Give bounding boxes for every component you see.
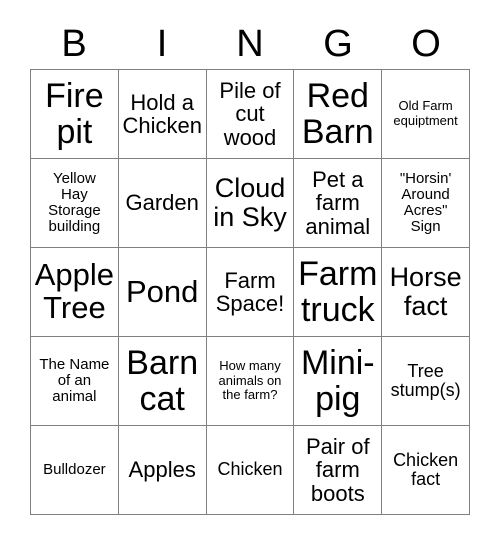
bingo-cell-i1[interactable]: Hold a Chicken [118, 70, 207, 159]
bingo-cell-label: Tree stump(s) [390, 360, 461, 400]
bingo-cell-n2[interactable]: Cloud in Sky [206, 159, 295, 248]
bingo-cell-label: How many animals on the farm? [218, 358, 282, 403]
bingo-row: Fire pit Hold a Chicken Pile of cut wood… [31, 70, 470, 159]
bingo-cell-label: The Name of an animal [39, 356, 110, 405]
bingo-cell-g1[interactable]: Red Barn [294, 70, 383, 159]
bingo-cell-g3[interactable]: Farm truck [294, 248, 383, 337]
bingo-cell-b5[interactable]: Bulldozer [31, 426, 119, 515]
bingo-header-letter-i: I [156, 22, 168, 65]
bingo-cell-label: Old Farm equiptment [393, 98, 458, 128]
bingo-row: Apple Tree Pond Farm Space! Farm truck H… [31, 248, 470, 337]
bingo-cell-label: Bulldozer [43, 461, 106, 479]
bingo-cell-label: Apple Tree [34, 257, 115, 325]
bingo-cell-n4[interactable]: How many animals on the farm? [206, 337, 295, 426]
bingo-cell-label: Fire pit [45, 76, 104, 151]
bingo-cell-o1[interactable]: Old Farm equiptment [382, 70, 470, 159]
bingo-cell-free-space[interactable]: Farm Space! [206, 248, 295, 337]
bingo-cell-i4[interactable]: Barn cat [118, 337, 207, 426]
bingo-header-letter-o: O [411, 22, 441, 65]
bingo-row: The Name of an animal Barn cat How many … [31, 337, 470, 426]
bingo-cell-label: Pond [125, 273, 199, 309]
bingo-cell-label: Pet a farm animal [305, 167, 371, 239]
bingo-cell-i5[interactable]: Apples [118, 426, 207, 515]
bingo-cell-label: Yellow Hay Storage building [48, 170, 101, 235]
bingo-cell-g2[interactable]: Pet a farm animal [294, 159, 383, 248]
bingo-cell-label: Pair of farm boots [305, 434, 370, 506]
bingo-cell-o4[interactable]: Tree stump(s) [382, 337, 470, 426]
bingo-cell-label: Farm Space! [215, 267, 285, 316]
bingo-header: B I N G O [30, 18, 470, 69]
bingo-card: B I N G O Fire pit Hold a Chicken Pile o… [30, 18, 470, 515]
bingo-cell-label: Apples [128, 457, 196, 483]
bingo-cell-b1[interactable]: Fire pit [31, 70, 119, 159]
bingo-cell-g5[interactable]: Pair of farm boots [294, 426, 383, 515]
bingo-cell-b4[interactable]: The Name of an animal [31, 337, 119, 426]
bingo-cell-label: Barn cat [126, 343, 199, 418]
bingo-cell-g4[interactable]: Mini- pig [294, 337, 383, 426]
bingo-header-letter-b: B [61, 22, 87, 65]
bingo-cell-n5[interactable]: Chicken [206, 426, 295, 515]
bingo-cell-o3[interactable]: Horse fact [382, 248, 470, 337]
bingo-cell-label: Chicken fact [393, 449, 459, 489]
bingo-cell-i3[interactable]: Pond [118, 248, 207, 337]
bingo-cell-label: "Horsin' Around Acres" Sign [399, 170, 452, 235]
bingo-cell-label: Mini- pig [300, 343, 375, 418]
bingo-cell-label: Garden [125, 190, 199, 216]
bingo-cell-o2[interactable]: "Horsin' Around Acres" Sign [382, 159, 470, 248]
bingo-cell-i2[interactable]: Garden [118, 159, 207, 248]
bingo-cell-label: Pile of cut wood [219, 78, 281, 150]
bingo-header-letter-n: N [236, 22, 264, 65]
bingo-cell-label: Cloud in Sky [213, 173, 287, 232]
bingo-row: Yellow Hay Storage building Garden Cloud… [31, 159, 470, 248]
bingo-cell-label: Farm truck [298, 254, 378, 329]
bingo-cell-label: Chicken [217, 459, 283, 480]
bingo-cell-label: Horse fact [389, 262, 462, 321]
bingo-cell-b3[interactable]: Apple Tree [31, 248, 119, 337]
bingo-header-letter-g: G [323, 22, 353, 65]
bingo-cell-o5[interactable]: Chicken fact [382, 426, 470, 515]
bingo-cell-label: Hold a Chicken [122, 89, 202, 138]
bingo-row: Bulldozer Apples Chicken Pair of farm bo… [31, 426, 470, 515]
bingo-cell-n1[interactable]: Pile of cut wood [206, 70, 295, 159]
bingo-cell-b2[interactable]: Yellow Hay Storage building [31, 159, 119, 248]
bingo-grid: Fire pit Hold a Chicken Pile of cut wood… [30, 69, 470, 515]
bingo-cell-label: Red Barn [301, 76, 374, 151]
